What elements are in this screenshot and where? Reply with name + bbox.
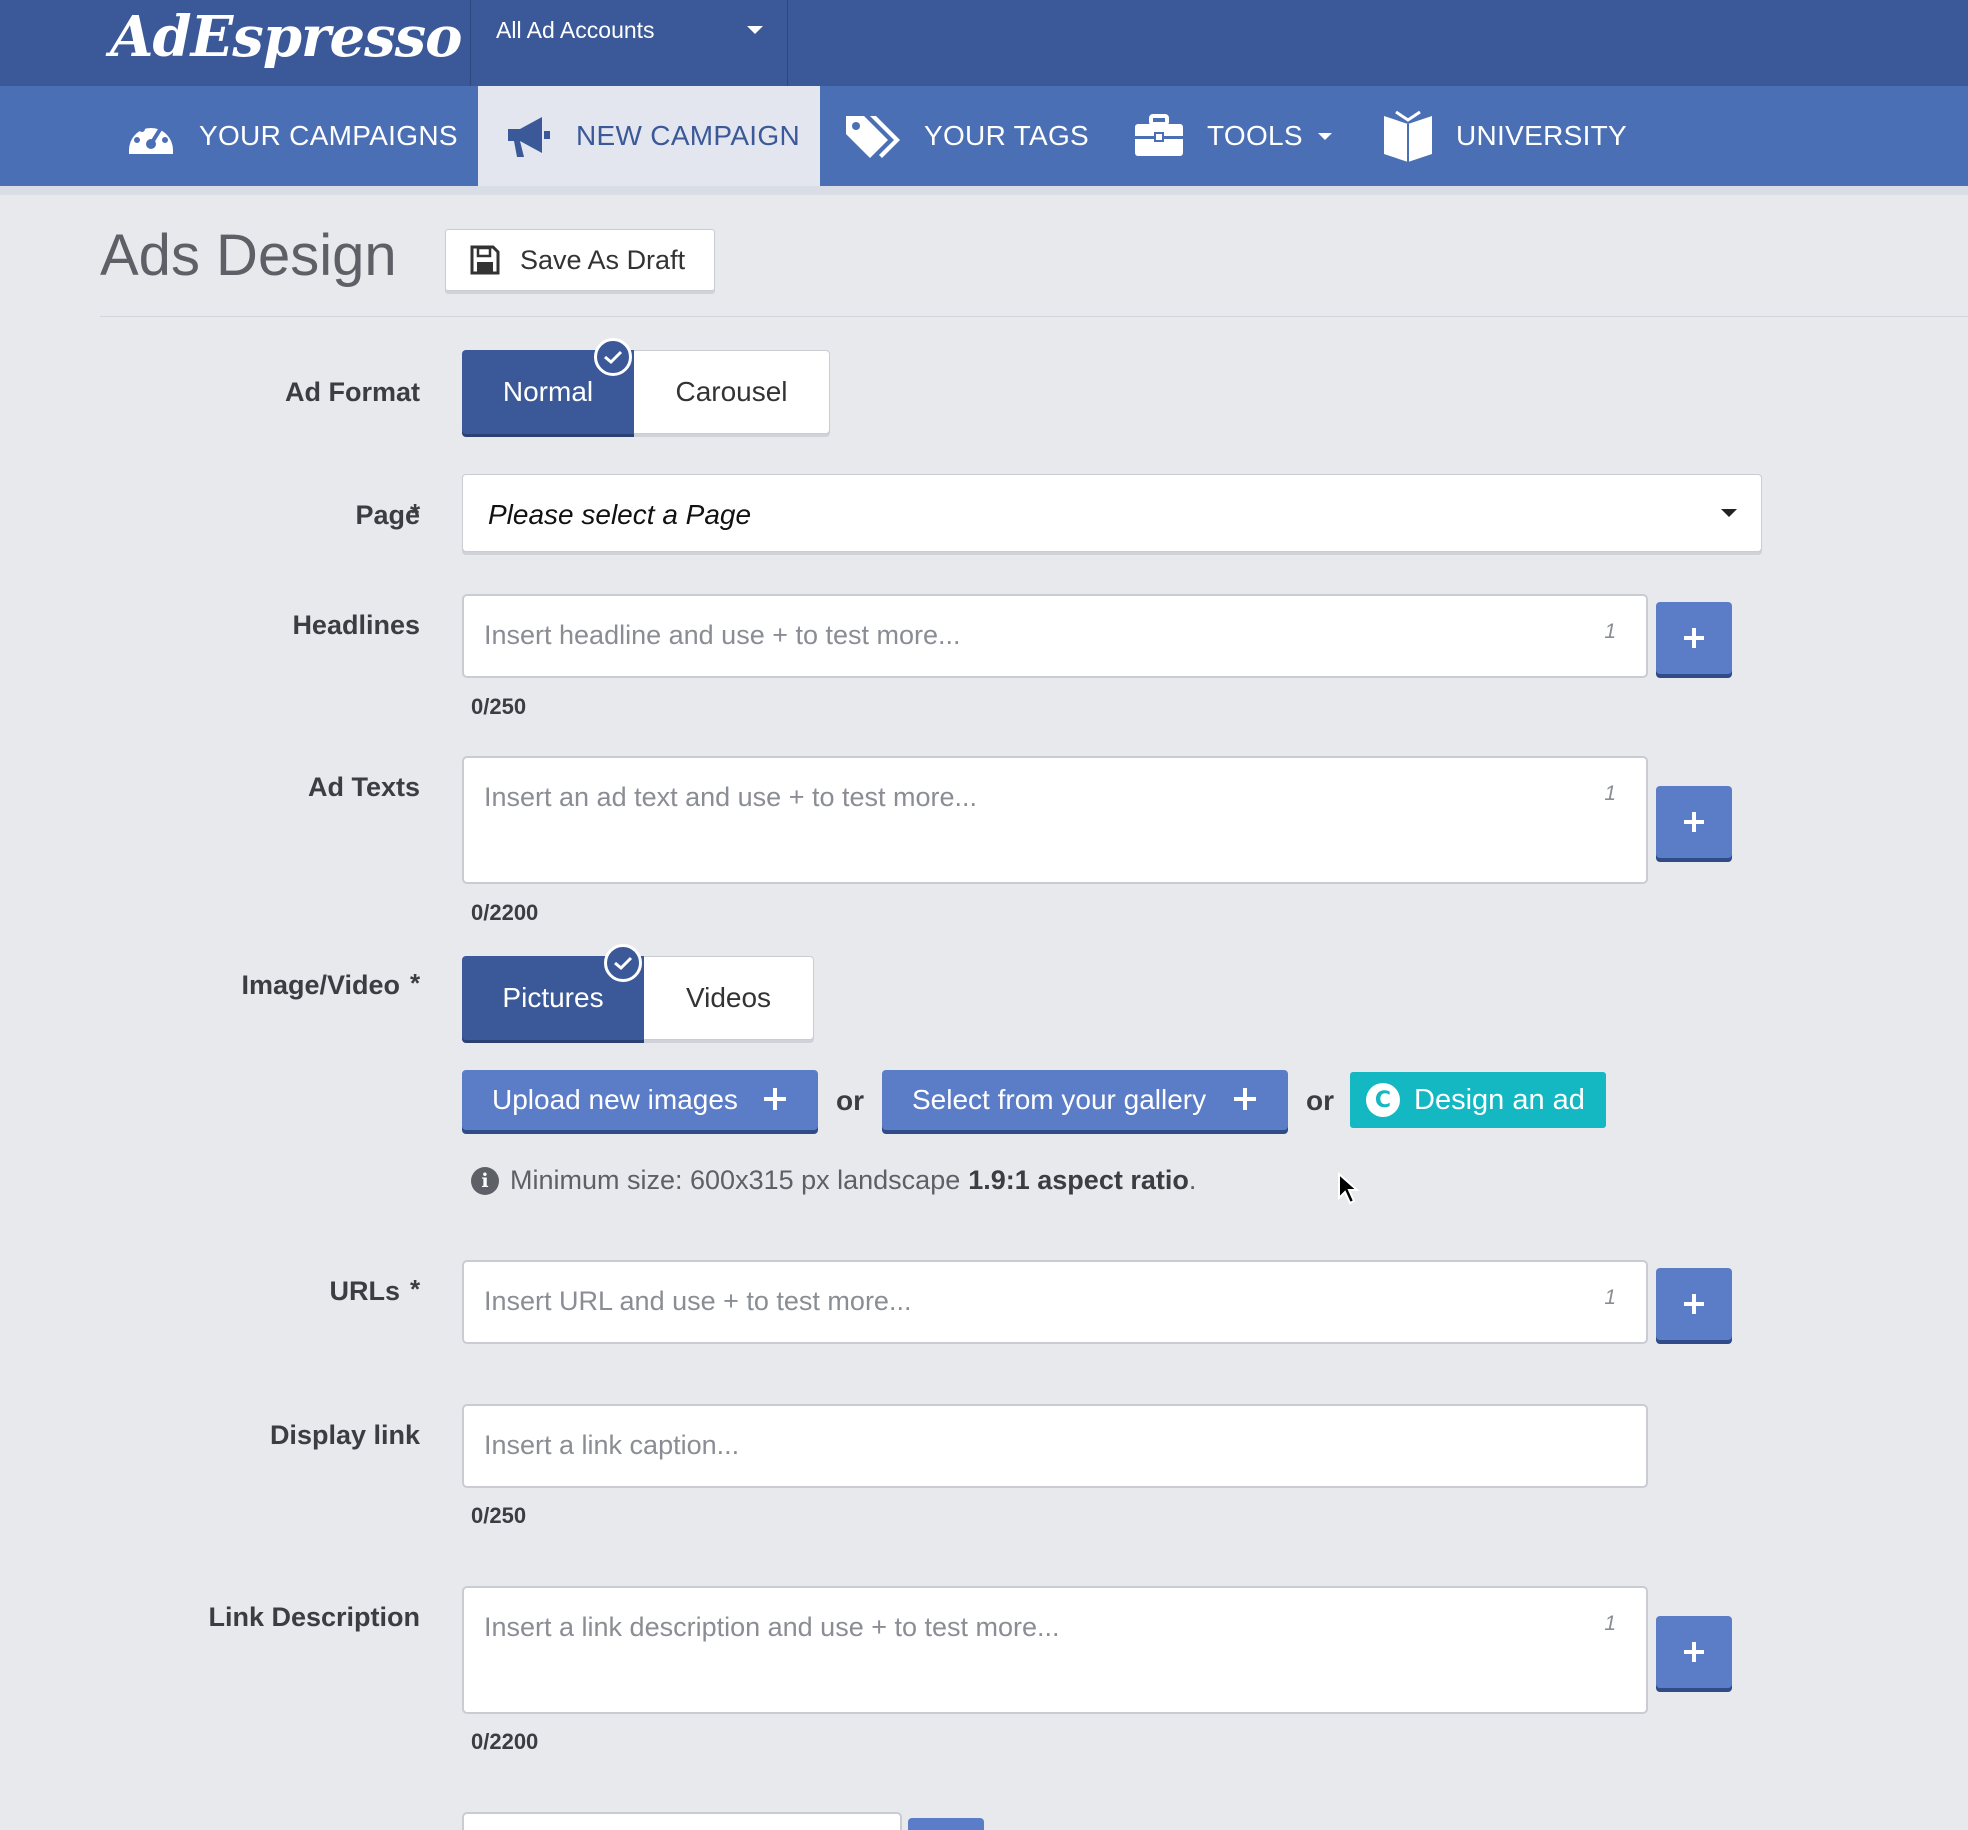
ad-text-char-count: 0/2200: [471, 900, 539, 925]
ad-text-input[interactable]: Insert an ad text and use + to test more…: [462, 756, 1648, 884]
check-icon: [594, 338, 632, 376]
nav-label: NEW CAMPAIGN: [576, 120, 800, 151]
image-video-label: Image/Video: [241, 970, 400, 1000]
link-description-input[interactable]: Insert a link description and use + to t…: [462, 1586, 1648, 1714]
headline-placeholder: Insert headline and use + to test more..…: [484, 620, 961, 650]
ad-format-label: Ad Format: [285, 377, 420, 407]
info-icon: i: [471, 1166, 499, 1195]
image-size-hint: i Minimum size: 600x315 px landscape 1.9…: [471, 1165, 1196, 1196]
page-title: Ads Design: [100, 223, 397, 288]
link-description-char-count: 0/2200: [471, 1729, 539, 1754]
top-bar: AdEspresso All Ad Accounts: [0, 0, 1968, 86]
nav-label: TOOLS: [1207, 120, 1303, 151]
next-field-button[interactable]: [908, 1818, 984, 1830]
plus-icon: [1684, 812, 1704, 832]
briefcase-icon: [1135, 114, 1183, 156]
account-selector[interactable]: All Ad Accounts: [470, 0, 788, 86]
page-select-value: Please select a Page: [488, 499, 752, 530]
upload-images-label: Upload new images: [492, 1084, 738, 1115]
display-link-placeholder: Insert a link caption...: [484, 1430, 740, 1460]
check-icon: [604, 944, 642, 982]
ad-text-index: 1: [1604, 782, 1616, 805]
or-separator: or: [836, 1085, 864, 1116]
chevron-down-icon: [1721, 509, 1737, 517]
ad-format-carousel-button[interactable]: Carousel: [634, 350, 830, 434]
ad-texts-label: Ad Texts: [307, 772, 420, 802]
ad-format-toggle: Normal Carousel: [462, 350, 830, 434]
add-headline-button[interactable]: [1656, 602, 1732, 674]
add-link-description-button[interactable]: [1656, 1616, 1732, 1688]
hint-period: .: [1188, 1165, 1197, 1195]
mouse-cursor-icon: [1338, 1172, 1359, 1205]
main-nav: YOUR CAMPAIGNS NEW CAMPAIGN YOUR TAGS TO…: [0, 86, 1968, 186]
hint-aspect-ratio: 1.9:1 aspect ratio: [968, 1165, 1189, 1195]
ad-text-placeholder: Insert an ad text and use + to test more…: [484, 782, 978, 812]
display-link-input[interactable]: Insert a link caption...: [462, 1404, 1648, 1488]
media-videos-button[interactable]: Videos: [644, 956, 814, 1040]
upload-images-button[interactable]: Upload new images: [462, 1070, 818, 1130]
save-draft-label: Save As Draft: [520, 244, 686, 275]
nav-your-tags[interactable]: YOUR TAGS: [844, 86, 1089, 186]
nav-tools[interactable]: TOOLS: [1133, 86, 1333, 186]
plus-icon: [1684, 1642, 1704, 1662]
link-description-index: 1: [1604, 1612, 1616, 1635]
chevron-down-icon: [1317, 133, 1332, 140]
nav-label: YOUR CAMPAIGNS: [199, 120, 458, 151]
tags-icon: [846, 116, 900, 158]
nav-label: YOUR TAGS: [924, 120, 1090, 151]
url-index: 1: [1604, 1286, 1616, 1309]
headline-char-count: 0/250: [471, 694, 527, 719]
nav-your-campaigns[interactable]: YOUR CAMPAIGNS: [125, 86, 458, 186]
add-ad-text-button[interactable]: [1656, 786, 1732, 858]
select-gallery-button[interactable]: Select from your gallery: [882, 1070, 1288, 1130]
design-ad-button[interactable]: C Design an ad: [1350, 1072, 1606, 1128]
page-select[interactable]: Please select a Page: [462, 474, 1762, 552]
url-input[interactable]: Insert URL and use + to test more... 1: [462, 1260, 1648, 1344]
display-link-char-count: 0/250: [471, 1503, 527, 1528]
required-marker: *: [410, 1274, 421, 1304]
select-gallery-label: Select from your gallery: [912, 1084, 1207, 1115]
book-icon: [1384, 110, 1432, 162]
plus-icon: [1684, 1294, 1704, 1314]
megaphone-icon: [508, 117, 550, 157]
dashboard-icon: [129, 122, 173, 154]
chevron-down-icon: [747, 26, 763, 34]
nav-divider: [0, 186, 1968, 195]
headline-index: 1: [1604, 620, 1616, 643]
adespresso-logo[interactable]: AdEspresso: [110, 2, 463, 78]
urls-label: URLs: [329, 1276, 400, 1306]
headlines-label: Headlines: [292, 610, 420, 640]
required-marker: *: [410, 968, 421, 998]
plus-icon: [1234, 1088, 1256, 1110]
link-description-placeholder: Insert a link description and use + to t…: [484, 1612, 1060, 1642]
headline-input[interactable]: Insert headline and use + to test more..…: [462, 594, 1648, 678]
account-selector-label: All Ad Accounts: [496, 17, 655, 43]
plus-icon: [1684, 628, 1704, 648]
required-marker: *: [410, 498, 421, 528]
floppy-disk-icon: [470, 245, 500, 275]
link-description-label: Link Description: [208, 1602, 420, 1632]
canva-logo-icon: C: [1366, 1083, 1400, 1117]
save-draft-button[interactable]: Save As Draft: [445, 229, 715, 291]
nav-new-campaign[interactable]: NEW CAMPAIGN: [478, 86, 820, 186]
hint-text: Minimum size: 600x315 px landscape: [510, 1165, 961, 1195]
next-field-input[interactable]: [462, 1812, 902, 1830]
design-ad-label: Design an ad: [1414, 1083, 1585, 1116]
or-separator: or: [1306, 1085, 1334, 1116]
plus-icon: [764, 1088, 786, 1110]
url-placeholder: Insert URL and use + to test more...: [484, 1286, 912, 1316]
display-link-label: Display link: [269, 1420, 420, 1450]
nav-university[interactable]: UNIVERSITY: [1382, 86, 1627, 186]
add-url-button[interactable]: [1656, 1268, 1732, 1340]
nav-label: UNIVERSITY: [1456, 120, 1628, 151]
header-divider: [100, 316, 1968, 317]
